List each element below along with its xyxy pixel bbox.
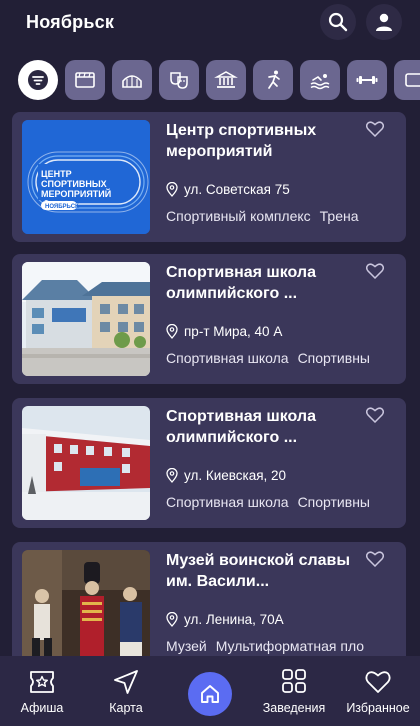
- venue-address: ул. Ленина, 70А: [166, 612, 284, 627]
- more-icon: [405, 73, 420, 87]
- nav-label: Карта: [109, 701, 143, 715]
- venue-photo: [22, 550, 150, 656]
- logo-city: НОЯБРЬСК: [45, 204, 79, 210]
- nav-label: Избранное: [346, 701, 410, 715]
- location-pin-icon: [166, 612, 178, 627]
- chip-theater[interactable]: [159, 60, 199, 100]
- nav-favorites[interactable]: Избранное: [341, 668, 415, 715]
- venue-logo-image: ЦЕНТР СПОРТИВНЫХ МЕРОПРИЯТИЙ НОЯБРЬСК: [22, 120, 150, 234]
- venue-tag: Мультиформатная пло: [215, 638, 365, 654]
- profile-button[interactable]: [366, 4, 402, 40]
- venue-address: ул. Советская 75: [166, 182, 290, 197]
- heart-icon[interactable]: [366, 121, 384, 137]
- venue-tag: Спортивны: [297, 350, 370, 366]
- venue-tag: Спортивны: [297, 494, 370, 510]
- nav-venues[interactable]: Заведения: [257, 668, 331, 715]
- address-text: пр-т Мира, 40 А: [184, 324, 283, 339]
- heart-icon[interactable]: [366, 263, 384, 279]
- venue-title: Центр спортивных мероприятий: [166, 122, 317, 160]
- search-icon: [328, 12, 348, 32]
- nav-label: Афиша: [20, 701, 64, 715]
- sport-icon: [268, 70, 280, 89]
- chip-cinema[interactable]: [65, 60, 105, 100]
- venue-card[interactable]: ЦЕНТР СПОРТИВНЫХ МЕРОПРИЯТИЙ НОЯБРЬСК Це…: [12, 112, 406, 242]
- venue-tag: Спортивный комплекс: [166, 208, 311, 224]
- venue-list: ЦЕНТР СПОРТИВНЫХ МЕРОПРИЯТИЙ НОЯБРЬСК Це…: [0, 112, 420, 656]
- location-pin-icon: [166, 182, 178, 197]
- nav-label: Заведения: [262, 701, 326, 715]
- cinema-icon: [75, 72, 95, 88]
- venue-tag: Музей: [166, 638, 207, 654]
- venue-photo: [22, 406, 150, 520]
- search-button[interactable]: [320, 4, 356, 40]
- nav-map[interactable]: Карта: [89, 668, 163, 715]
- logo-line-2: СПОРТИВНЫХ: [41, 179, 107, 189]
- circus-icon: [122, 75, 142, 88]
- filter-icon: [28, 70, 48, 90]
- chip-circus[interactable]: [112, 60, 152, 100]
- venue-address: ул. Киевская, 20: [166, 468, 286, 483]
- museum-icon: [214, 71, 238, 88]
- location-pin-icon: [166, 468, 178, 483]
- venue-tags: Спортивная школа Спортивны: [166, 350, 392, 366]
- navigation-arrow-icon: [114, 670, 138, 694]
- logo-line-3: МЕРОПРИЯТИЙ: [41, 188, 111, 199]
- venue-card[interactable]: Музей воинской славы им. Васили... ул. Л…: [12, 542, 406, 656]
- bottom-nav: Афиша Карта Заведения Избранное: [0, 656, 420, 726]
- venue-card[interactable]: Спортивная школа олимпийского ... пр-т М…: [12, 254, 406, 384]
- venue-tags: Спортивный комплекс Трена: [166, 208, 392, 224]
- heart-icon[interactable]: [366, 407, 384, 423]
- theater-masks-icon: [170, 72, 188, 89]
- address-text: ул. Советская 75: [184, 182, 290, 197]
- address-text: ул. Киевская, 20: [184, 468, 287, 483]
- home-icon: [201, 685, 219, 703]
- venue-tag: Трена: [319, 208, 359, 224]
- venue-title: Музей воинской славы им. Васили...: [166, 552, 351, 590]
- venue-address: пр-т Мира, 40 А: [166, 324, 282, 339]
- heart-icon[interactable]: [366, 551, 384, 567]
- chip-museum[interactable]: [206, 60, 246, 100]
- venue-tags: Спортивная школа Спортивны: [166, 494, 392, 510]
- user-icon: [376, 13, 392, 31]
- venue-tag: Спортивная школа: [166, 494, 289, 510]
- chip-sport[interactable]: [253, 60, 293, 100]
- venue-tag: Спортивная школа: [166, 350, 289, 366]
- venue-photo: [22, 262, 150, 376]
- fitness-icon: [356, 76, 378, 84]
- logo-line-1: ЦЕНТР: [41, 169, 72, 179]
- city-title[interactable]: Ноябрьск: [26, 12, 114, 33]
- category-chips: [0, 60, 420, 102]
- venue-title: Спортивная школа олимпийского ...: [166, 408, 316, 446]
- venue-logo: ЦЕНТР СПОРТИВНЫХ МЕРОПРИЯТИЙ НОЯБРЬСК: [22, 120, 150, 234]
- heart-icon: [365, 671, 391, 693]
- location-pin-icon: [166, 324, 178, 339]
- grid-icon: [282, 669, 306, 693]
- home-button[interactable]: [188, 672, 232, 716]
- app-header: Ноябрьск: [0, 0, 420, 44]
- chip-fitness[interactable]: [347, 60, 387, 100]
- header-actions: [320, 4, 402, 40]
- chip-swimming[interactable]: [300, 60, 340, 100]
- ticket-star-icon: [30, 671, 54, 693]
- address-text: ул. Ленина, 70А: [184, 612, 284, 627]
- nav-afisha[interactable]: Афиша: [5, 668, 79, 715]
- chip-more[interactable]: [394, 60, 420, 100]
- filter-chip[interactable]: [18, 60, 58, 100]
- venue-tags: Музей Мультиформатная пло: [166, 638, 392, 654]
- nav-home[interactable]: [173, 668, 247, 716]
- venue-title: Спортивная школа олимпийского ...: [166, 264, 316, 302]
- swimming-icon: [310, 74, 330, 90]
- venue-card[interactable]: Спортивная школа олимпийского ... ул. Ки…: [12, 398, 406, 528]
